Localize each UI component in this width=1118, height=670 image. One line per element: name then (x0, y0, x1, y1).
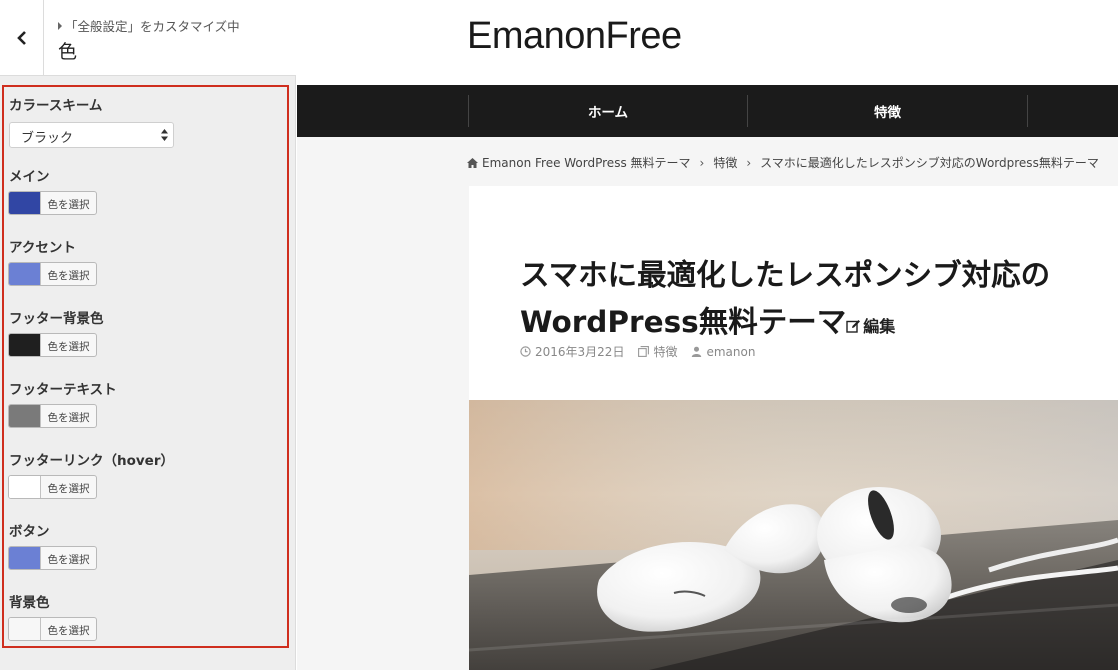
breadcrumb: Emanon Free WordPress 無料テーマ › 特徴 › スマホに最適化した… (467, 154, 1099, 171)
earphones-photo (469, 400, 1118, 670)
pick-color-label: 色を選択 (47, 341, 90, 353)
button-color-picker[interactable]: 色を選択 (8, 546, 97, 570)
color-scheme-label: カラースキーム (9, 98, 103, 114)
featured-image (469, 400, 1118, 670)
article-meta: 2016年3月22日 特徴 emanon (520, 343, 755, 360)
footer-link-hover-color-label: フッターリンク（hover） (9, 453, 174, 469)
customizer-breadcrumb: 「全般設定」をカスタマイズ中 (58, 16, 240, 35)
select-arrows-icon (161, 129, 168, 141)
main-color-swatch (9, 192, 41, 214)
footer-text-color-swatch (9, 405, 41, 427)
pick-color-label: 色を選択 (47, 270, 90, 282)
nav-divider (1027, 95, 1028, 127)
category-icon (638, 346, 650, 357)
accent-color-label: アクセント (9, 240, 76, 256)
background-color-swatch (9, 618, 41, 640)
post-date: 2016年3月22日 (535, 345, 625, 359)
section-title: 色 (58, 41, 78, 63)
article-title-line2: WordPress無料テーマ (520, 305, 847, 339)
caret-right-icon (58, 22, 62, 30)
footer-text-color-picker[interactable]: 色を選択 (8, 404, 97, 428)
pick-color-label: 色を選択 (47, 625, 90, 637)
pick-color-label: 色を選択 (47, 199, 90, 211)
clock-icon (520, 346, 531, 357)
breadcrumb-separator: › (746, 156, 752, 170)
color-scheme-value: ブラック (21, 131, 74, 146)
edit-link[interactable]: 編集 (846, 317, 895, 336)
color-scheme-select[interactable]: ブラック (9, 122, 174, 148)
pick-color-label: 色を選択 (47, 412, 90, 424)
background-color-label: 背景色 (9, 595, 50, 611)
main-nav: ホーム 特徴 (297, 85, 1118, 137)
accent-color-swatch (9, 263, 41, 285)
site-logo-mark: EmanonFree (467, 15, 682, 57)
site-logo-text: EmanonFree (467, 15, 682, 54)
breadcrumb-home-link[interactable]: Emanon Free WordPress 無料テーマ (482, 156, 691, 170)
breadcrumb-category-link[interactable]: 特徴 (713, 156, 737, 170)
pick-color-label: 色を選択 (47, 554, 90, 566)
button-color-swatch (9, 547, 41, 569)
background-color-picker[interactable]: 色を選択 (8, 617, 97, 641)
post-author[interactable]: emanon (706, 345, 755, 359)
post-category[interactable]: 特徴 (653, 343, 677, 360)
main-color-label: メイン (9, 169, 50, 185)
accent-color-picker[interactable]: 色を選択 (8, 262, 97, 286)
back-button[interactable] (0, 0, 44, 76)
home-icon (467, 158, 478, 168)
site-logo[interactable]: EmanonFree (467, 14, 712, 64)
article-title: スマホに最適化したレスポンシブ対応の WordPress無料テーマ 編集 (520, 252, 1100, 350)
edit-label: 編集 (863, 317, 896, 336)
main-color-picker[interactable]: 色を選択 (8, 191, 97, 215)
pick-color-label: 色を選択 (47, 483, 90, 495)
nav-item-features[interactable]: 特徴 (748, 85, 1027, 137)
footer-bg-color-label: フッター背景色 (9, 311, 104, 327)
footer-text-color-label: フッターテキスト (9, 382, 117, 398)
footer-link-hover-color-swatch (9, 476, 41, 498)
user-icon (692, 346, 702, 357)
button-color-label: ボタン (9, 524, 50, 540)
article-title-line1: スマホに最適化したレスポンシブ対応の (520, 258, 1051, 292)
footer-bg-color-picker[interactable]: 色を選択 (8, 333, 97, 357)
breadcrumb-separator: › (699, 156, 705, 170)
customizer-sidebar: 「全般設定」をカスタマイズ中 色 カラースキーム ブラック メイン 色を選択 ア… (0, 0, 296, 670)
footer-bg-color-swatch (9, 334, 41, 356)
footer-link-hover-color-picker[interactable]: 色を選択 (8, 475, 97, 499)
nav-item-home[interactable]: ホーム (469, 85, 747, 137)
customizer-header: 「全般設定」をカスタマイズ中 色 (0, 0, 296, 76)
breadcrumb-current: スマホに最適化したレスポンシブ対応のWordpress無料テーマ (760, 156, 1099, 170)
edit-icon (846, 320, 861, 333)
chevron-left-icon (16, 31, 26, 45)
